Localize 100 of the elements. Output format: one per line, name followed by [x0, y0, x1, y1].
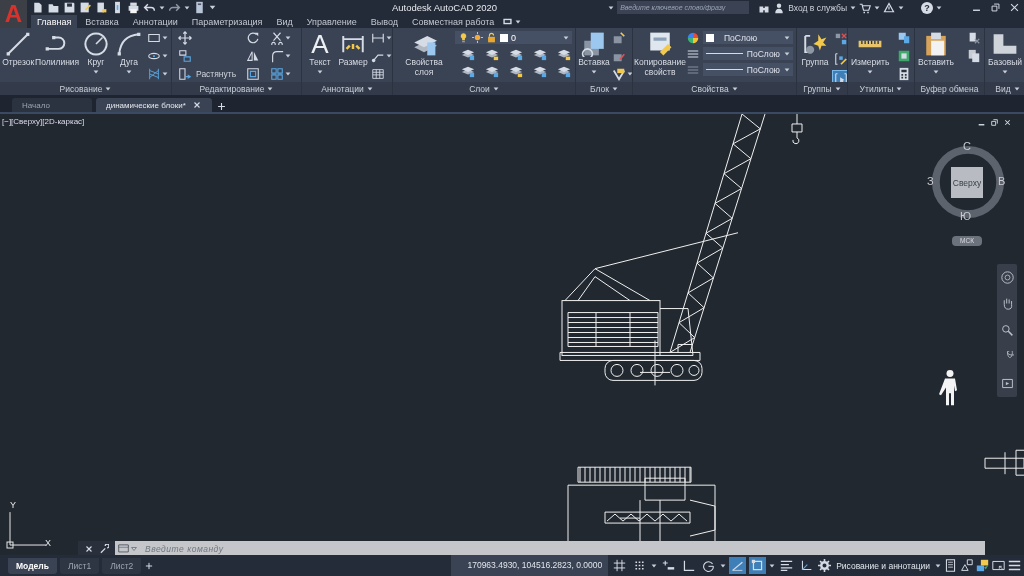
layer-stack-icon[interactable]	[557, 64, 571, 78]
caret-icon[interactable]	[366, 85, 373, 92]
ribbon-tool-button[interactable]: Копирование свойств	[636, 31, 684, 78]
caret-icon[interactable]	[936, 4, 942, 11]
ribbon-tab[interactable]: Вывод	[364, 15, 404, 28]
caret-icon[interactable]	[769, 562, 776, 569]
caret-icon[interactable]	[874, 4, 880, 11]
caret-icon[interactable]	[162, 35, 168, 41]
caret-icon[interactable]	[1013, 85, 1020, 92]
layer-stack-icon[interactable]	[461, 47, 475, 61]
publish-icon[interactable]	[95, 1, 108, 14]
ribbon-tool-button[interactable]: Дуга	[114, 31, 144, 75]
caret-icon[interactable]	[896, 85, 903, 92]
caret-icon[interactable]	[162, 53, 168, 59]
caret-icon[interactable]	[386, 53, 392, 59]
user-icon[interactable]	[773, 1, 786, 14]
caret-icon[interactable]	[627, 71, 632, 77]
mirror-icon[interactable]	[246, 49, 261, 63]
plus-icon[interactable]	[144, 560, 155, 571]
array-icon[interactable]	[270, 67, 285, 81]
coordinates-display[interactable]: 170963.4930, 104516.2823, 0.0000	[451, 555, 609, 576]
compass-label[interactable]: Ю	[960, 211, 972, 222]
caret-icon[interactable]	[126, 68, 132, 75]
close-small-icon[interactable]	[191, 100, 202, 110]
file-tab[interactable]: Начало	[12, 98, 92, 112]
caret-icon[interactable]	[720, 562, 727, 569]
save-as-icon[interactable]	[79, 1, 92, 14]
ribbon-tool-button[interactable]: Вставить	[918, 31, 955, 75]
quick-select-icon[interactable]	[897, 31, 911, 45]
ribbon-tool-button[interactable]: A Текст	[305, 31, 335, 75]
panel-title[interactable]: Свойства	[691, 83, 729, 94]
copy-clip-icon[interactable]	[967, 49, 981, 63]
layer-dropdown[interactable]: 0	[455, 31, 572, 44]
ribbon-tool-button[interactable]: Свойства слоя	[396, 31, 452, 78]
caret-icon[interactable]	[285, 71, 292, 77]
ribbon-tab[interactable]: Вставка	[79, 15, 125, 28]
caret-icon[interactable]	[935, 562, 941, 569]
property-dropdown[interactable]: ПоСлою	[703, 31, 793, 44]
close-small-icon[interactable]	[84, 543, 94, 554]
property-dropdown[interactable]: ПоСлою	[703, 47, 793, 60]
close-icon[interactable]	[1009, 2, 1020, 13]
status-toggle[interactable]	[729, 557, 747, 574]
file-tab-label[interactable]: динамические блоки*	[106, 100, 186, 110]
scale-icon[interactable]	[246, 67, 261, 81]
caret-icon[interactable]	[898, 4, 904, 11]
ribbon-tool-button[interactable]: Вставка	[579, 31, 609, 75]
rectangle-icon[interactable]	[147, 31, 161, 45]
caret-icon[interactable]	[784, 34, 790, 41]
layer-stack-icon[interactable]	[533, 47, 547, 61]
view-face-button[interactable]: Сверху	[951, 167, 983, 198]
ribbon-tool-button[interactable]: Размер	[338, 31, 368, 68]
caret-icon[interactable]	[563, 34, 569, 41]
layout-tab[interactable]: Модель	[8, 557, 57, 574]
fillet-icon[interactable]	[270, 49, 285, 63]
caret-icon[interactable]	[784, 66, 790, 73]
caret-icon[interactable]	[651, 562, 658, 569]
rotate-icon[interactable]	[246, 31, 261, 45]
workspace-button[interactable]: Рисование и аннотации	[834, 560, 932, 571]
ribbon-tool-button[interactable]: Базовый	[988, 31, 1023, 75]
caret-icon[interactable]	[267, 85, 274, 92]
linear-dimension-icon[interactable]	[371, 31, 385, 45]
group-selection-toggle[interactable]	[833, 51, 847, 67]
caret-icon[interactable]	[184, 4, 190, 11]
caret-icon[interactable]	[515, 18, 522, 25]
undo-icon[interactable]	[143, 1, 156, 14]
compass-label[interactable]: С	[963, 141, 971, 152]
gear-icon[interactable]	[818, 559, 832, 572]
ribbon-tool-button[interactable]: Измерить	[851, 31, 890, 75]
cut-icon[interactable]	[967, 31, 981, 45]
file-tab[interactable]: динамические блоки*	[96, 98, 212, 112]
save-icon[interactable]	[63, 1, 76, 14]
panel-toggle-icon[interactable]	[502, 16, 514, 27]
stretch-button[interactable]: Растянуть	[178, 67, 237, 81]
layer-stack-icon[interactable]	[509, 47, 523, 61]
wrench-icon[interactable]	[99, 543, 109, 554]
hatch-icon[interactable]	[147, 67, 161, 81]
status-toggle[interactable]	[749, 557, 767, 574]
move-icon[interactable]	[178, 31, 192, 45]
caret-icon[interactable]	[105, 85, 112, 92]
ribbon-tab[interactable]: Параметризация	[185, 15, 269, 28]
compass-ring[interactable]	[929, 143, 1007, 221]
layer-state-icon[interactable]	[485, 47, 499, 61]
caret-icon[interactable]	[867, 68, 874, 75]
layer-state-icon[interactable]	[509, 64, 523, 78]
caret-icon[interactable]	[731, 85, 738, 92]
panel-title[interactable]: Слои	[469, 83, 490, 94]
attribute-icon[interactable]	[612, 67, 626, 81]
caret-icon[interactable]	[492, 85, 499, 92]
caret-icon[interactable]	[386, 35, 392, 41]
close-small-icon[interactable]	[1003, 118, 1012, 127]
workspace-icon[interactable]	[193, 1, 206, 14]
ribbon-tab[interactable]: Совместная работа	[406, 15, 501, 28]
ribbon-tool-button[interactable]: Полилиния	[36, 31, 78, 68]
ribbon-tool-button[interactable]: Круг	[81, 31, 111, 75]
ribbon-tool-button[interactable]: Группа	[800, 31, 830, 68]
compass-label[interactable]: З	[927, 176, 934, 187]
copy-icon[interactable]	[178, 49, 192, 63]
plus-icon[interactable]	[215, 101, 227, 112]
film-icon[interactable]	[1000, 377, 1014, 391]
caret-icon[interactable]	[317, 68, 323, 75]
